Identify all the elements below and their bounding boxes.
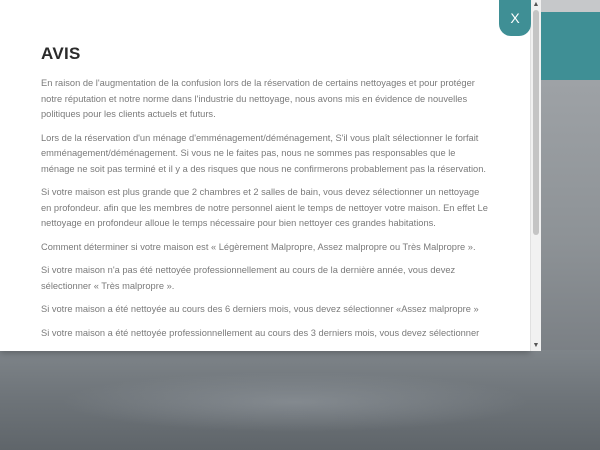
modal-paragraph: En raison de l'augmentation de la confus… [41,78,475,119]
background-teal-banner [538,12,600,80]
modal-scrollbar[interactable]: ▲ ▼ [530,0,541,351]
modal-title: AVIS [41,44,81,63]
background-image-detail [60,372,530,432]
modal-paragraph: Si votre maison n'a pas été nettoyée pro… [41,265,456,291]
modal-paragraph: Si votre maison a été nettoyée professio… [41,327,480,338]
scroll-up-arrow-icon[interactable]: ▲ [532,1,540,9]
background-wall [540,80,600,350]
modal-paragraph: Lors de la réservation d'un ménage d'emm… [41,132,486,174]
modal-paragraph: Si votre maison est plus grande que 2 ch… [41,187,488,228]
scroll-thumb[interactable] [533,10,539,235]
modal-body: En raison de l'augmentation de la confus… [41,76,489,349]
notice-modal: AVIS En raison de l'augmentation de la c… [0,0,530,351]
close-button[interactable]: X [499,0,531,36]
background-header [538,0,600,12]
modal-paragraph: Comment déterminer si votre maison est «… [41,241,476,252]
modal-paragraph: Si votre maison a été nettoyée au cours … [41,304,479,314]
scroll-down-arrow-icon[interactable]: ▼ [532,342,540,350]
